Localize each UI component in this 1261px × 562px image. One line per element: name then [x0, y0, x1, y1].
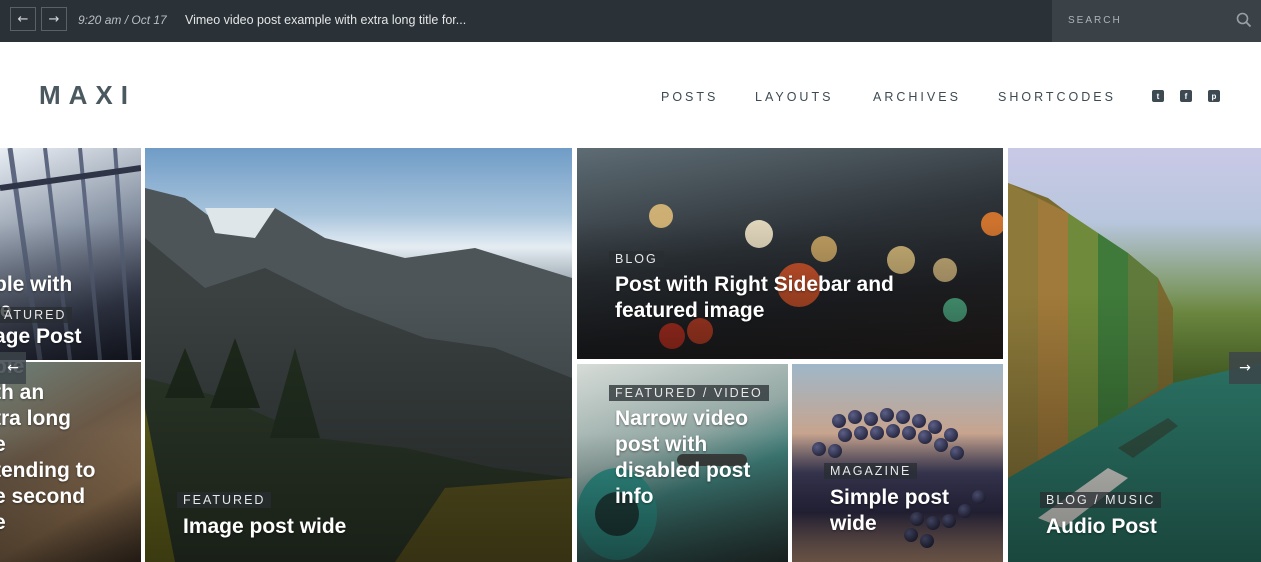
search-icon[interactable]: [1236, 12, 1252, 28]
arrow-left-icon: ←: [7, 360, 19, 376]
arrow-right-icon: →: [1239, 360, 1251, 376]
post-title[interactable]: Narrow video post with disabled post inf…: [615, 406, 775, 510]
post-title[interactable]: Post with Right Sidebar and featured ima…: [615, 272, 945, 324]
post-tile-narrow-video[interactable]: FEATURED / VIDEO Narrow video post with …: [577, 364, 788, 562]
ticker-prev-button[interactable]: ←: [10, 7, 36, 31]
twitter-icon[interactable]: t: [1152, 90, 1164, 102]
arrow-left-icon: ←: [17, 11, 29, 27]
post-tile-left-bottom[interactable]: ple th an tra long e tending to e second…: [0, 362, 141, 562]
post-title[interactable]: Image post wide: [183, 514, 543, 540]
ticker-next-button[interactable]: →: [41, 7, 67, 31]
post-tile-left-top[interactable]: ple with le age Post ATURED: [0, 148, 141, 360]
search-box: [1052, 0, 1261, 42]
top-bar: ← → 9:20 am / Oct 17 Vimeo video post ex…: [0, 0, 1261, 42]
post-title[interactable]: Audio Post: [1046, 514, 1246, 540]
slider-next-button[interactable]: →: [1229, 352, 1261, 384]
nav-shortcodes[interactable]: SHORTCODES: [998, 90, 1116, 104]
nav-layouts[interactable]: LAYOUTS: [755, 90, 833, 104]
nav-posts[interactable]: POSTS: [661, 90, 718, 104]
post-category[interactable]: BLOG / MUSIC: [1040, 492, 1162, 508]
post-category[interactable]: FEATURED: [177, 492, 272, 508]
post-tile-right-sidebar[interactable]: BLOG Post with Right Sidebar and feature…: [577, 148, 1003, 359]
post-tile-simple-post-wide[interactable]: MAGAZINE Simple post wide: [792, 364, 1003, 562]
facebook-icon[interactable]: f: [1180, 90, 1192, 102]
post-tile-audio-post[interactable]: BLOG / MUSIC Audio Post: [1008, 148, 1261, 562]
post-category[interactable]: ATURED: [0, 307, 73, 323]
post-tile-image-post-wide[interactable]: FEATURED Image post wide: [145, 148, 572, 562]
pinterest-icon[interactable]: p: [1208, 90, 1220, 102]
post-category[interactable]: BLOG: [609, 251, 664, 267]
post-category[interactable]: FEATURED / VIDEO: [609, 385, 769, 401]
post-title[interactable]: ple th an tra long e tending to e second…: [0, 362, 141, 536]
search-input[interactable]: [1068, 12, 1228, 28]
post-title[interactable]: Simple post wide: [830, 485, 980, 537]
slider-prev-button[interactable]: ←: [0, 352, 26, 384]
arrow-right-icon: →: [48, 11, 60, 27]
post-category[interactable]: MAGAZINE: [824, 463, 918, 479]
nav-archives[interactable]: ARCHIVES: [873, 90, 961, 104]
ticker-time: 9:20 am / Oct 17: [78, 13, 167, 27]
site-logo[interactable]: MAXI: [39, 80, 136, 111]
ticker-title-link[interactable]: Vimeo video post example with extra long…: [185, 13, 466, 27]
